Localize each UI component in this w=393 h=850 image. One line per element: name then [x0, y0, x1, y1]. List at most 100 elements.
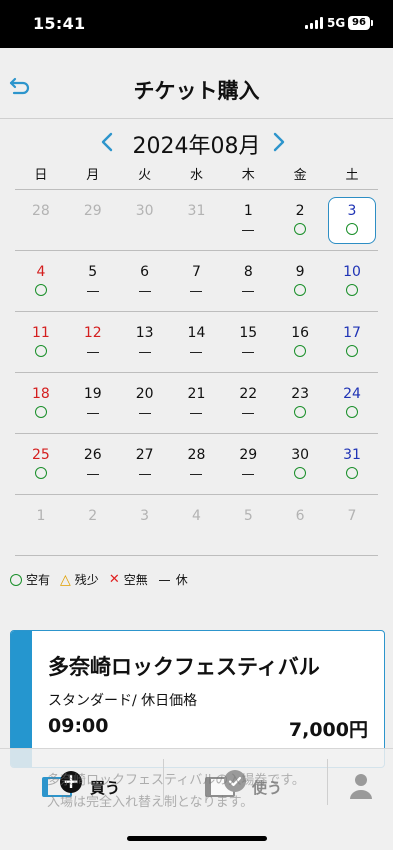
person-icon: [350, 774, 372, 799]
calendar-day[interactable]: 28: [171, 434, 223, 494]
available-circle-icon: [34, 406, 47, 418]
calendar-day[interactable]: 27: [119, 434, 171, 494]
closed-dash-icon: [86, 406, 99, 420]
day-number: 17: [343, 325, 361, 341]
day-number: 18: [32, 386, 50, 402]
calendar-day: 6: [274, 495, 326, 555]
empty-mark: [222, 528, 274, 542]
day-number: 22: [239, 386, 258, 402]
calendar-week: 18 19 20 21 22 23 24: [15, 373, 378, 434]
day-number: 1: [243, 203, 253, 219]
available-circle-icon: [34, 284, 47, 296]
ticket-type: スタンダード/ 休日価格: [48, 693, 198, 709]
ticket-title: 多奈崎ロックフェスティバル: [48, 655, 320, 679]
empty-mark: [171, 223, 223, 237]
empty-mark: [15, 528, 67, 542]
calendar-day[interactable]: 12: [67, 312, 119, 372]
calendar-day[interactable]: 31: [326, 434, 378, 494]
calendar-day[interactable]: 15: [222, 312, 274, 372]
calendar-day[interactable]: 4: [15, 251, 67, 311]
available-circle-icon: [34, 467, 47, 479]
day-number: 4: [191, 508, 201, 524]
weekday-sat: 土: [345, 168, 359, 183]
day-number: 23: [291, 386, 310, 402]
triangle-icon: △: [60, 571, 71, 588]
calendar-day[interactable]: 17: [326, 312, 378, 372]
available-circle-icon: [294, 345, 307, 357]
calendar-day[interactable]: 18: [15, 373, 67, 433]
calendar-day[interactable]: 5: [67, 251, 119, 311]
calendar-day[interactable]: 23: [274, 373, 326, 433]
day-number: 2: [88, 508, 98, 524]
closed-dash-icon: [242, 406, 255, 420]
calendar-day[interactable]: 20: [119, 373, 171, 433]
signal-icon: [305, 17, 323, 29]
calendar-day[interactable]: 19: [67, 373, 119, 433]
calendar-day: 1: [15, 495, 67, 555]
calendar-day[interactable]: 21: [171, 373, 223, 433]
calendar-day[interactable]: 13: [119, 312, 171, 372]
day-number: 8: [243, 264, 253, 280]
closed-dash-icon: [190, 406, 203, 420]
calendar-day[interactable]: 2: [274, 190, 326, 250]
calendar-day[interactable]: 11: [15, 312, 67, 372]
calendar-day[interactable]: 25: [15, 434, 67, 494]
calendar-day[interactable]: 7: [171, 251, 223, 311]
header: チケット購入: [0, 48, 393, 119]
calendar-day[interactable]: 6: [119, 251, 171, 311]
available-circle-icon: [294, 406, 307, 418]
calendar-day[interactable]: 1: [222, 190, 274, 250]
calendar-day[interactable]: 14: [171, 312, 223, 372]
closed-dash-icon: [242, 284, 255, 298]
day-number: 26: [83, 447, 102, 463]
calendar-day[interactable]: 29: [222, 434, 274, 494]
day-number: 25: [32, 447, 50, 463]
calendar-grid: 28 29 30 31 1 2 3 4 5 6 7 8 9 10 11 12 13 14 15 16 17 18 19 20 2…: [15, 190, 378, 556]
calendar-day[interactable]: 10: [326, 251, 378, 311]
closed-dash-icon: [190, 284, 203, 298]
weekday-wed: 水: [189, 168, 203, 183]
weekday-header: 日 月 火 水 木 金 土: [15, 165, 378, 190]
calendar-day[interactable]: 9: [274, 251, 326, 311]
calendar-day[interactable]: 22: [222, 373, 274, 433]
calendar-day[interactable]: 24: [326, 373, 378, 433]
network-label: 5G: [327, 16, 346, 30]
day-number: 4: [36, 264, 46, 280]
next-month-button[interactable]: [266, 130, 290, 154]
day-number: 30: [291, 447, 310, 463]
day-number: 3: [347, 203, 357, 219]
month-label: 2024年08月: [132, 134, 261, 159]
ticket-accent-bar: [11, 631, 32, 767]
calendar-day: 4: [171, 495, 223, 555]
available-circle-icon: [345, 223, 358, 235]
legend-closed-label: 休: [175, 573, 188, 587]
dash-icon: [158, 573, 172, 587]
legend-none: ✕ 空無: [109, 571, 148, 588]
calendar-day[interactable]: 3: [326, 190, 378, 250]
calendar-week: 28 29 30 31 1 2 3: [15, 190, 378, 251]
calendar-day[interactable]: 8: [222, 251, 274, 311]
calendar-day: 30: [119, 190, 171, 250]
empty-mark: [171, 528, 223, 542]
legend-available-label: 空有: [26, 573, 51, 587]
day-number: 10: [343, 264, 361, 280]
cross-icon: ✕: [108, 571, 120, 587]
closed-dash-icon: [86, 284, 99, 298]
calendar-day[interactable]: 16: [274, 312, 326, 372]
closed-dash-icon: [190, 467, 203, 481]
available-circle-icon: [345, 345, 358, 357]
nav-divider: [327, 759, 328, 805]
calendar-day: 29: [67, 190, 119, 250]
chevron-right-icon: [273, 132, 285, 152]
day-number: 16: [291, 325, 310, 341]
legend-few: △ 残少: [60, 571, 99, 588]
month-navigation: 2024年08月: [0, 126, 393, 159]
available-circle-icon: [294, 223, 307, 235]
day-number: 7: [191, 264, 201, 280]
calendar-day[interactable]: 26: [67, 434, 119, 494]
closed-dash-icon: [138, 406, 151, 420]
calendar-week: 25 26 27 28 29 30 31: [15, 434, 378, 495]
nav-profile-button[interactable]: [340, 763, 384, 809]
calendar-day[interactable]: 30: [274, 434, 326, 494]
closed-dash-icon: [242, 467, 255, 481]
